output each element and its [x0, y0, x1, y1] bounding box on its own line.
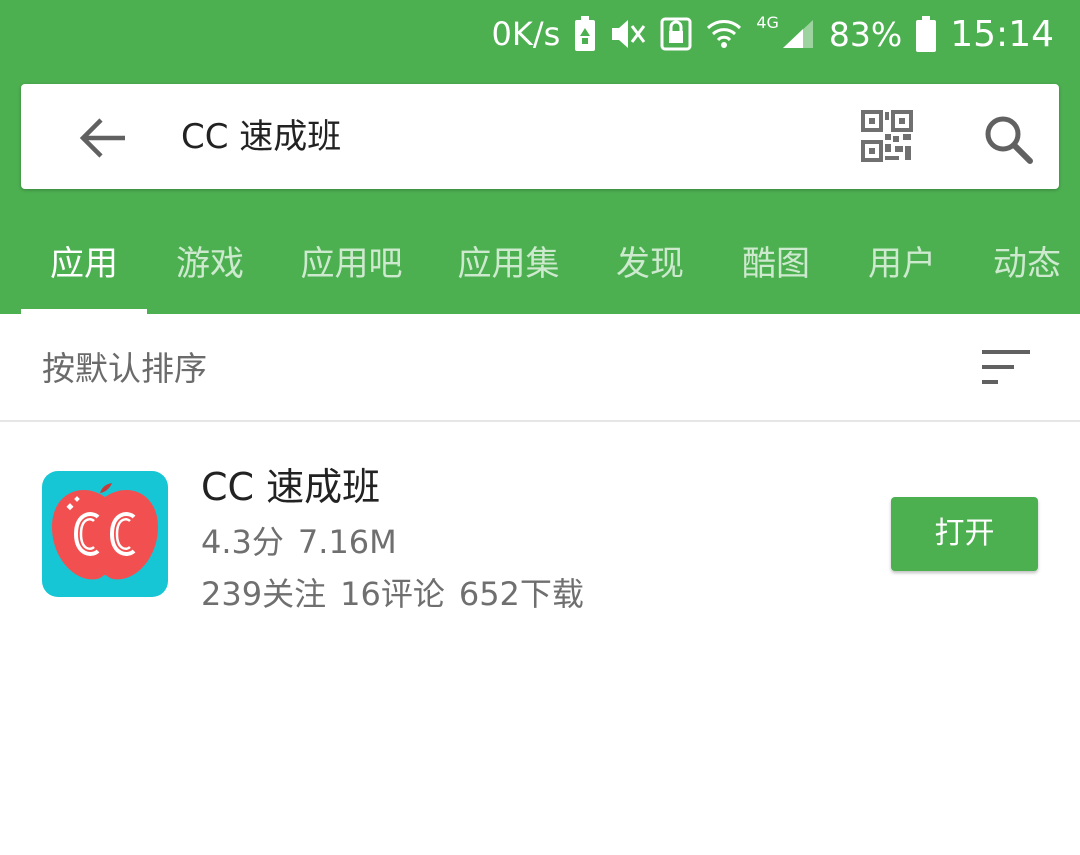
- vibrate-mute-icon: [610, 17, 646, 51]
- open-button[interactable]: 打开: [891, 497, 1038, 571]
- battery-saver-icon: [574, 16, 596, 52]
- search-box[interactable]: CC 速成班: [21, 84, 1059, 189]
- tab-app-forum[interactable]: 应用吧: [273, 218, 430, 314]
- app-follows: 239关注: [201, 575, 327, 613]
- list-item[interactable]: CC 速成班 4.3分 7.16M 239关注 16评论 652下载 打开: [0, 424, 1080, 634]
- tab-users[interactable]: 用户: [839, 218, 965, 314]
- nfc-lock-icon: [660, 17, 692, 51]
- battery-icon: [916, 16, 937, 52]
- app-rating: 4.3分: [201, 523, 284, 561]
- app-stats: 239关注 16评论 652下载: [201, 574, 584, 614]
- signal-icon: 4G: [756, 13, 815, 50]
- sort-bar: 按默认排序: [0, 314, 1080, 422]
- app-comments: 16评论: [340, 575, 445, 613]
- tab-apps[interactable]: 应用: [21, 218, 147, 314]
- tab-feed[interactable]: 动态: [965, 218, 1080, 314]
- app-header: 0K/s 4G 83% 15:14 CC 速成班 应用 游戏 应用吧 应用集 发…: [0, 0, 1080, 314]
- status-right-group: 0K/s 4G 83% 15:14: [492, 10, 1054, 58]
- wifi-icon: [706, 16, 742, 52]
- sort-label[interactable]: 按默认排序: [42, 314, 207, 420]
- search-query[interactable]: CC 速成班: [181, 108, 341, 166]
- back-arrow-icon[interactable]: [75, 110, 131, 166]
- category-tabs: 应用 游戏 应用吧 应用集 发现 酷图 用户 动态: [0, 218, 1080, 314]
- app-downloads: 652下载: [458, 575, 584, 613]
- clock: 15:14: [950, 13, 1054, 55]
- app-size: 7.16M: [297, 523, 397, 561]
- app-rating-size: 4.3分 7.16M: [201, 522, 397, 562]
- network-type-label: 4G: [756, 12, 779, 32]
- battery-percent: 83%: [828, 14, 903, 54]
- app-name[interactable]: CC 速成班: [201, 464, 380, 510]
- tab-cool-pics[interactable]: 酷图: [713, 218, 839, 314]
- tab-app-collections[interactable]: 应用集: [430, 218, 587, 314]
- tab-discover[interactable]: 发现: [587, 218, 713, 314]
- status-bar: 0K/s 4G 83% 15:14: [0, 0, 1080, 68]
- sort-icon[interactable]: [980, 348, 1032, 388]
- net-speed: 0K/s: [491, 15, 561, 53]
- qr-code-icon[interactable]: [861, 110, 917, 166]
- cc-app-icon[interactable]: [42, 471, 168, 597]
- tab-games[interactable]: 游戏: [147, 218, 273, 314]
- search-icon[interactable]: [981, 112, 1037, 168]
